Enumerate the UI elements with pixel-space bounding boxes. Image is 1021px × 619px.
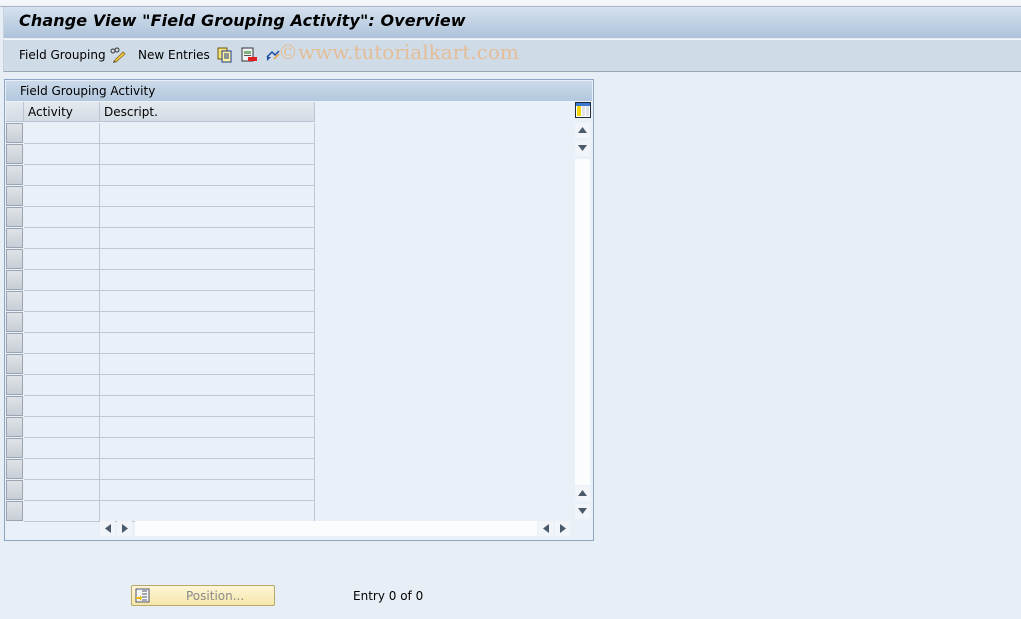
description-cell[interactable] (100, 438, 315, 459)
activity-cell[interactable] (24, 312, 100, 333)
description-cell[interactable] (100, 333, 315, 354)
description-cell[interactable] (100, 459, 315, 480)
description-cell[interactable] (100, 249, 315, 270)
table-title: Field Grouping Activity (20, 84, 156, 98)
activity-cell[interactable] (24, 333, 100, 354)
column-header-activity[interactable]: Activity (24, 102, 100, 122)
column-header-description[interactable]: Descript. (100, 102, 315, 122)
description-cell[interactable] (100, 165, 315, 186)
description-cell[interactable] (100, 396, 315, 417)
activity-cell[interactable] (24, 375, 100, 396)
row-selector[interactable] (6, 312, 23, 332)
window-top-strip (0, 0, 1021, 7)
row-selector[interactable] (6, 438, 23, 458)
activity-cell[interactable] (24, 501, 100, 522)
row-selector[interactable] (6, 459, 23, 479)
row-selector[interactable] (6, 501, 23, 521)
row-selector[interactable] (6, 396, 23, 416)
scroll-down-bottom-button[interactable] (575, 504, 590, 519)
table-header-bar: Field Grouping Activity (6, 81, 592, 101)
row-selector[interactable] (6, 270, 23, 290)
scroll-left-button[interactable] (100, 521, 115, 536)
description-cell[interactable] (100, 270, 315, 291)
activity-cell[interactable] (24, 396, 100, 417)
description-cell[interactable] (100, 480, 315, 501)
description-cell[interactable] (100, 375, 315, 396)
scroll-right-end-button[interactable] (555, 521, 570, 536)
row-selector[interactable] (6, 186, 23, 206)
description-cell[interactable] (100, 123, 315, 144)
description-cell[interactable] (100, 291, 315, 312)
field-grouping-activity-table: Field Grouping Activity Activity Descrip… (4, 79, 594, 541)
row-selector[interactable] (6, 165, 23, 185)
row-selector[interactable] (6, 207, 23, 227)
vertical-scroll-track[interactable] (575, 159, 590, 485)
activity-cell[interactable] (24, 165, 100, 186)
scroll-down-top-button[interactable] (575, 141, 590, 156)
copy-icon[interactable] (217, 47, 233, 63)
field-grouping-button[interactable]: Field Grouping (19, 48, 106, 62)
activity-cell[interactable] (24, 270, 100, 291)
scroll-up-bottom-button[interactable] (575, 486, 590, 501)
new-entries-button[interactable]: New Entries (138, 48, 210, 62)
row-selector[interactable] (6, 228, 23, 248)
page-title: Change View "Field Grouping Activity": O… (19, 11, 466, 30)
position-button-label: Position... (186, 589, 245, 603)
description-cell[interactable] (100, 228, 315, 249)
row-selector[interactable] (6, 144, 23, 164)
description-cell[interactable] (100, 186, 315, 207)
activity-cell[interactable] (24, 228, 100, 249)
position-icon (135, 588, 150, 606)
activity-cell[interactable] (24, 354, 100, 375)
row-selector[interactable] (6, 417, 23, 437)
entry-status: Entry 0 of 0 (353, 589, 424, 603)
scroll-up-top-button[interactable] (575, 123, 590, 138)
activity-cell[interactable] (24, 291, 100, 312)
select-all-header[interactable] (6, 102, 24, 122)
description-cell[interactable] (100, 417, 315, 438)
activity-cell[interactable] (24, 480, 100, 501)
horizontal-scroll-track[interactable] (135, 521, 537, 536)
row-selector[interactable] (6, 375, 23, 395)
row-selector[interactable] (6, 354, 23, 374)
row-selector[interactable] (6, 123, 23, 143)
table-settings-icon[interactable] (575, 102, 591, 118)
description-cell[interactable] (100, 312, 315, 333)
description-cell[interactable] (100, 354, 315, 375)
position-button[interactable]: Position... (131, 585, 275, 606)
activity-cell[interactable] (24, 459, 100, 480)
application-toolbar: Field Grouping New Entries (3, 39, 1021, 72)
activity-cell[interactable] (24, 417, 100, 438)
activity-cell[interactable] (24, 123, 100, 144)
description-cell[interactable] (100, 144, 315, 165)
scroll-left-end-button[interactable] (538, 521, 553, 536)
activity-cell[interactable] (24, 438, 100, 459)
activity-cell[interactable] (24, 249, 100, 270)
row-selector[interactable] (6, 480, 23, 500)
scroll-right-button[interactable] (117, 521, 132, 536)
description-cell[interactable] (100, 207, 315, 228)
activity-cell[interactable] (24, 207, 100, 228)
delete-icon[interactable] (241, 47, 257, 63)
row-selector[interactable] (6, 333, 23, 353)
activity-cell[interactable] (24, 186, 100, 207)
activity-cell[interactable] (24, 144, 100, 165)
row-selector[interactable] (6, 291, 23, 311)
title-bar: Change View "Field Grouping Activity": O… (3, 7, 1021, 38)
row-selector[interactable] (6, 249, 23, 269)
pencil-glasses-icon[interactable] (110, 47, 126, 63)
undo-icon[interactable] (265, 47, 281, 63)
description-cell[interactable] (100, 501, 315, 522)
